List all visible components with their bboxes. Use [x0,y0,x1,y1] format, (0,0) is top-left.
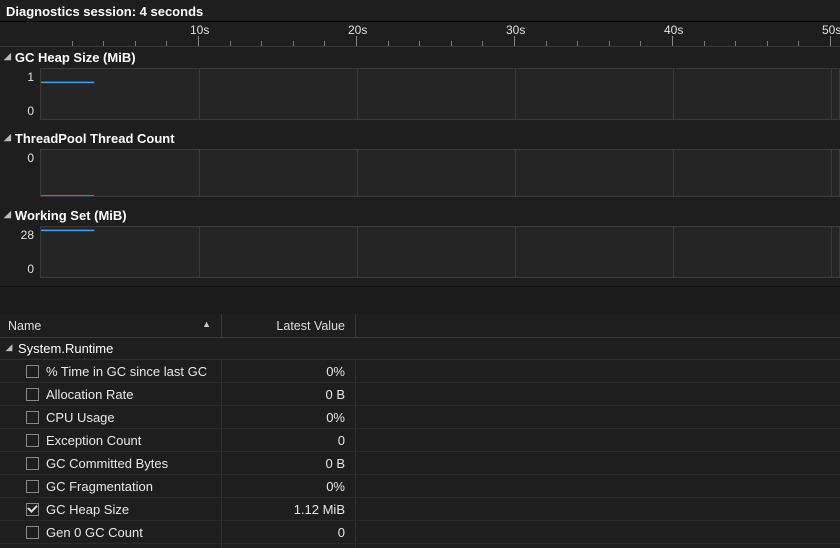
chart-title[interactable]: ◢ ThreadPool Thread Count [0,128,840,149]
y-tick-label: 28 [21,228,34,242]
counter-name-label: Allocation Rate [46,387,133,402]
ruler-tick-label: 40s [664,23,683,37]
table-row[interactable]: % Time in GC since last GC 0% [0,360,840,383]
chart-title-label: ThreadPool Thread Count [15,131,175,146]
ruler-tick-label: 50s [822,23,840,37]
chart-plot[interactable] [40,68,840,120]
table-row[interactable]: Gen 0 Size0 B [0,544,840,548]
counter-value-cell: 1.12 MiB [222,498,356,520]
counter-name-cell: Allocation Rate [0,383,222,405]
table-header: Name ▲ Latest Value [0,314,840,338]
ruler-tick-label: 10s [190,23,209,37]
chart-area: 10 [0,68,840,120]
ruler-tick-label: 30s [506,23,525,37]
chart-plot[interactable] [40,149,840,197]
counter-name-label: Gen 0 GC Count [46,525,143,540]
counter-checkbox[interactable] [26,388,39,401]
chevron-down-icon: ◢ [0,342,18,353]
counter-name-cell: CPU Usage [0,406,222,428]
counter-value-cell: 0 B [222,452,356,474]
counter-checkbox[interactable] [26,365,39,378]
counter-checkbox[interactable] [26,434,39,447]
column-header-name-label: Name [8,319,41,333]
counter-name-label: Exception Count [46,433,141,448]
counter-name-cell: Gen 0 GC Count [0,521,222,543]
counter-value-cell: 0 [222,521,356,543]
table-row[interactable]: Gen 0 GC Count 0 [0,521,840,544]
counter-value-cell: 0% [222,475,356,497]
sort-asc-icon: ▲ [202,319,211,329]
counter-checkbox[interactable] [26,526,39,539]
counter-checkbox[interactable] [26,457,39,470]
counter-group-row[interactable]: ◢ System.Runtime [0,338,840,360]
timeline-ruler[interactable]: 10s 20s 30s 40s 50s [0,21,840,47]
column-header-name[interactable]: Name ▲ [0,314,222,337]
table-row[interactable]: CPU Usage 0% [0,406,840,429]
chart-plot[interactable] [40,226,840,278]
chart-area: 28 0 [0,226,840,278]
chart-title[interactable]: ◢ GC Heap Size (MiB) [0,47,840,68]
counter-group-label: System.Runtime [18,341,113,356]
counter-name-cell: GC Heap Size [0,498,222,520]
counter-value-cell: 0 [222,429,356,451]
y-axis: 10 [0,68,40,120]
counters-table: Name ▲ Latest Value ◢ System.Runtime % T… [0,314,840,548]
chevron-down-icon: ◢ [4,132,11,143]
counter-value-cell: 0 B [222,383,356,405]
chart-title-label: GC Heap Size (MiB) [15,50,136,65]
counter-name-cell: Exception Count [0,429,222,451]
counter-name-label: GC Fragmentation [46,479,153,494]
table-row[interactable]: GC Heap Size 1.12 MiB [0,498,840,521]
counter-checkbox[interactable] [26,411,39,424]
counter-checkbox[interactable] [26,503,39,516]
chart-title[interactable]: ◢ Working Set (MiB) [0,205,840,226]
y-axis: 0 [0,149,40,197]
session-header: Diagnostics session: 4 seconds [0,0,840,21]
chevron-down-icon: ◢ [4,209,11,220]
y-axis: 28 0 [0,226,40,278]
counter-name-cell: GC Committed Bytes [0,452,222,474]
counter-value-cell: 0% [222,406,356,428]
counter-name-label: CPU Usage [46,410,115,425]
chart-area: 0 [0,149,840,197]
table-row[interactable]: Allocation Rate 0 B [0,383,840,406]
counter-value-cell: 0% [222,360,356,382]
chart-title-label: Working Set (MiB) [15,208,127,223]
column-header-value-label: Latest Value [276,319,345,333]
separator [0,286,840,314]
counter-checkbox[interactable] [26,480,39,493]
y-tick-label: 1 [27,70,34,84]
counter-name-cell: GC Fragmentation [0,475,222,497]
counter-name-label: GC Committed Bytes [46,456,168,471]
table-row[interactable]: Exception Count 0 [0,429,840,452]
counter-name-label: GC Heap Size [46,502,129,517]
counter-value-cell: 0 B [222,544,356,548]
counter-name-label: % Time in GC since last GC [46,364,207,379]
column-header-value[interactable]: Latest Value [222,314,356,337]
y-tick-label: 0 [27,104,34,118]
ruler-tick-label: 20s [348,23,367,37]
y-tick-label: 0 [27,151,34,165]
table-row[interactable]: GC Fragmentation 0% [0,475,840,498]
counter-name-cell: Gen 0 Size [0,544,222,548]
counter-name-cell: % Time in GC since last GC [0,360,222,382]
chevron-down-icon: ◢ [4,51,11,62]
table-row[interactable]: GC Committed Bytes 0 B [0,452,840,475]
y-tick-label: 0 [27,262,34,276]
